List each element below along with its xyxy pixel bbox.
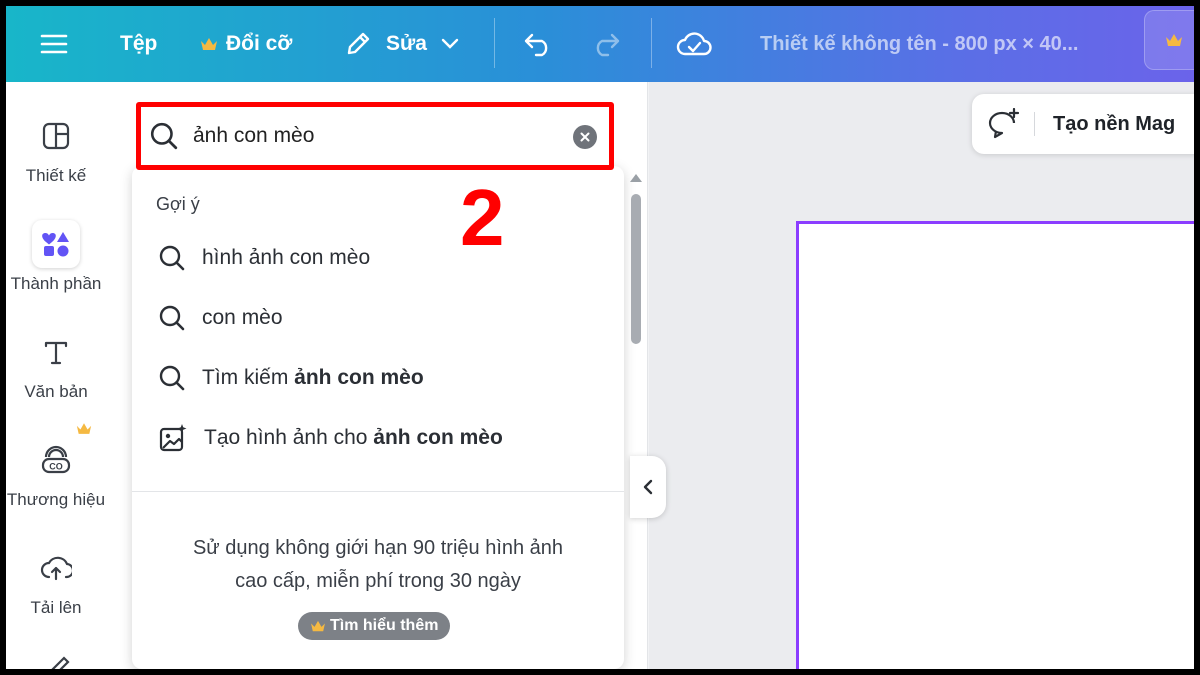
promo-text: Sử dụng không giới hạn 90 triệu hình ảnh… — [132, 532, 624, 598]
suggestion-item[interactable]: Tìm kiếm ảnh con mèo — [158, 358, 424, 398]
sidebar-item-uploads[interactable]: Tải lên — [6, 544, 106, 618]
scroll-up-arrow-icon[interactable] — [630, 174, 642, 182]
chat-sparkle-icon — [986, 108, 1020, 140]
resize-button[interactable]: Đổi cỡ — [200, 6, 292, 82]
edit-menu-button[interactable]: Sửa — [344, 6, 459, 82]
sidebar-item-label: Tải lên — [30, 598, 82, 617]
sidebar-item-label: Văn bản — [24, 382, 88, 401]
crown-icon — [310, 620, 326, 633]
search-input[interactable]: ảnh con mèo — [136, 102, 614, 170]
divider — [132, 491, 624, 492]
app-window: Tệp Đổi cỡ Sửa Thiết kế không tên - 800 … — [6, 6, 1194, 669]
resize-label: Đổi cỡ — [226, 32, 293, 55]
search-query: ảnh con mèo — [193, 124, 315, 147]
suggestion-text: Tạo hình ảnh cho ảnh con mèo — [204, 426, 503, 449]
suggestion-text: con mèo — [202, 306, 283, 329]
clear-search-button[interactable] — [573, 125, 597, 149]
learn-more-button[interactable]: Tìm hiểu thêm — [298, 612, 451, 640]
crown-icon — [1165, 33, 1183, 48]
sidebar-item-label: Thương hiệu — [6, 490, 106, 509]
brand-icon: CO — [32, 436, 80, 484]
sidebar-item-text[interactable]: Văn bản — [6, 328, 106, 402]
magic-background-label: Tạo nền Mag — [1053, 112, 1176, 135]
cloud-check-icon — [676, 30, 712, 58]
divider — [651, 18, 652, 68]
promo-line: cao cấp, miễn phí trong 30 ngày — [235, 570, 521, 592]
promo-line: Sử dụng không giới hạn 90 triệu hình ảnh — [192, 537, 564, 559]
suggestion-item[interactable]: con mèo — [158, 298, 283, 338]
upgrade-button[interactable] — [1144, 10, 1194, 70]
document-title[interactable]: Thiết kế không tên - 800 px × 40... — [760, 6, 1078, 82]
suggestion-item[interactable]: Tạo hình ảnh cho ảnh con mèo — [158, 418, 503, 458]
elements-icon — [32, 220, 80, 268]
magic-background-button[interactable]: Tạo nền Mag — [972, 94, 1194, 154]
layout-icon — [32, 112, 80, 160]
crown-icon — [76, 422, 92, 436]
sidebar-item-elements[interactable]: Thành phần — [6, 220, 106, 294]
redo-button[interactable] — [590, 6, 622, 82]
learn-more-label: Tìm hiểu thêm — [330, 617, 439, 634]
chevron-left-icon — [643, 479, 653, 495]
undo-icon — [522, 31, 554, 57]
left-sidebar: Thiết kế Thành phần Văn bản CO Thương hi… — [6, 82, 132, 669]
sidebar-item-label: Thiết kế — [25, 166, 87, 185]
top-bar: Tệp Đổi cỡ Sửa Thiết kế không tên - 800 … — [6, 6, 1194, 82]
sidebar-item-label: Thành phần — [10, 274, 102, 293]
sidebar-item-design[interactable]: Thiết kế — [6, 112, 106, 186]
image-sparkle-icon — [158, 423, 188, 453]
divider — [494, 18, 495, 68]
file-menu-label: Tệp — [120, 32, 158, 55]
divider — [1034, 112, 1035, 136]
scrollbar-thumb[interactable] — [631, 194, 641, 344]
pencil-icon — [344, 30, 372, 58]
file-menu-button[interactable]: Tệp — [120, 6, 157, 82]
close-icon — [580, 132, 590, 142]
undo-button[interactable] — [522, 6, 554, 82]
search-icon — [158, 304, 186, 332]
search-icon — [149, 121, 179, 151]
search-suggestions-dropdown: Gợi ý hình ảnh con mèo con mèo Tìm kiếm … — [132, 166, 624, 669]
suggestions-heading: Gợi ý — [156, 194, 200, 214]
edit-label: Sửa — [386, 32, 427, 55]
svg-text:CO: CO — [49, 462, 63, 472]
search-icon — [158, 244, 186, 272]
upload-cloud-icon — [32, 544, 80, 592]
sidebar-item-brand[interactable]: CO Thương hiệu — [6, 436, 106, 510]
chevron-down-icon — [441, 38, 459, 50]
step-number-annotation: 2 — [460, 173, 505, 262]
redo-icon — [590, 31, 622, 57]
suggestion-text: hình ảnh con mèo — [202, 246, 371, 269]
text-icon — [32, 328, 80, 376]
draw-icon[interactable] — [46, 652, 72, 669]
search-icon — [158, 364, 186, 392]
suggestion-item[interactable]: hình ảnh con mèo — [158, 238, 370, 278]
menu-icon[interactable] — [40, 6, 68, 82]
collapse-panel-button[interactable] — [630, 456, 666, 518]
document-title-text: Thiết kế không tên - 800 px × 40... — [760, 32, 1079, 55]
crown-icon — [200, 37, 218, 52]
cloud-sync-button[interactable] — [676, 6, 712, 82]
design-page[interactable] — [796, 221, 1194, 669]
suggestion-text: Tìm kiếm ảnh con mèo — [202, 366, 424, 389]
